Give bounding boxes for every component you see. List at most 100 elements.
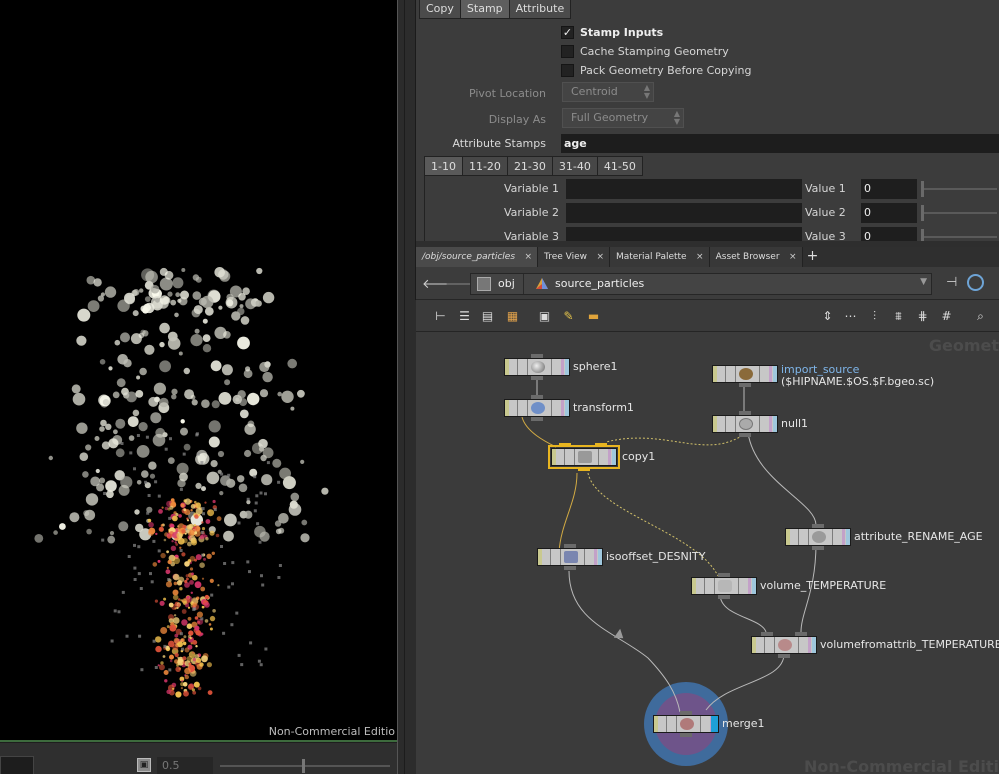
bypass-flag[interactable]: [552, 449, 556, 465]
thumbnail-view-icon[interactable]: ▤: [480, 309, 495, 323]
value-2-slider-handle[interactable]: [921, 205, 924, 221]
bypass-flag[interactable]: [713, 416, 717, 432]
timeline-value-field[interactable]: 0.5: [157, 757, 213, 774]
node-output[interactable]: [578, 467, 590, 471]
node-label[interactable]: sphere1: [573, 360, 618, 373]
template-flag[interactable]: [769, 416, 772, 432]
timeline-slider-handle[interactable]: [302, 759, 305, 773]
template-flag[interactable]: [561, 359, 564, 375]
cache-stamping-row[interactable]: Cache Stamping Geometry: [561, 43, 729, 59]
node-body[interactable]: [504, 399, 570, 417]
tab-stamp[interactable]: Stamp: [459, 0, 510, 19]
distribute-vertical-icon[interactable]: ⫶: [867, 309, 882, 323]
close-icon[interactable]: ×: [696, 247, 704, 267]
node-label[interactable]: transform1: [573, 401, 634, 414]
timeline-slider-track[interactable]: [220, 765, 390, 767]
node-body[interactable]: [653, 715, 719, 733]
bypass-flag[interactable]: [786, 529, 790, 545]
align-horizontal-icon[interactable]: ⋯: [843, 309, 858, 323]
node-body[interactable]: [712, 365, 778, 383]
variable-2-input[interactable]: [566, 203, 802, 223]
variable-3-input[interactable]: [566, 227, 802, 241]
node-body[interactable]: [548, 445, 620, 469]
tree-layout-icon[interactable]: ⊢: [433, 309, 448, 323]
tab-range-21-30[interactable]: 21-30: [506, 156, 553, 176]
frame-field[interactable]: [0, 756, 34, 774]
tab-attribute[interactable]: Attribute: [508, 0, 572, 19]
path-segment-network[interactable]: source_particles: [555, 277, 644, 290]
template-flag[interactable]: [808, 637, 811, 653]
display-flag[interactable]: [711, 716, 718, 732]
tab-network-path[interactable]: /obj/source_particles ×: [416, 247, 539, 267]
display-flag[interactable]: [773, 416, 777, 432]
display-flag[interactable]: [565, 359, 569, 375]
cache-stamping-checkbox[interactable]: [561, 44, 574, 58]
value-2-slider[interactable]: [922, 212, 997, 214]
node-output[interactable]: [739, 433, 751, 437]
color-palette-icon[interactable]: ▦: [505, 309, 520, 323]
tab-asset-browser[interactable]: Asset Browser ×: [709, 247, 803, 267]
template-flag[interactable]: [594, 549, 597, 565]
node-output[interactable]: [531, 417, 543, 421]
node-body[interactable]: [691, 577, 757, 595]
pin-icon[interactable]: ⊣: [946, 275, 957, 290]
node-label[interactable]: attribute_RENAME_AGE: [854, 530, 983, 543]
node-output[interactable]: [739, 383, 751, 387]
stamp-inputs-row[interactable]: ✓ Stamp Inputs: [561, 24, 663, 40]
attribute-stamps-input[interactable]: age: [561, 134, 999, 153]
node-output[interactable]: [680, 733, 692, 737]
display-flag[interactable]: [773, 366, 777, 382]
node-label[interactable]: copy1: [622, 450, 655, 463]
node-label[interactable]: volumefromattrib_TEMPERATURE: [820, 638, 999, 651]
display-flag[interactable]: [598, 549, 602, 565]
node-input[interactable]: [595, 443, 607, 447]
bypass-flag[interactable]: [752, 637, 756, 653]
tab-copy[interactable]: Copy: [419, 0, 461, 19]
template-flag[interactable]: [608, 449, 611, 465]
close-icon[interactable]: ×: [596, 247, 604, 267]
add-tab-button[interactable]: +: [803, 247, 823, 267]
link-target-icon[interactable]: [967, 274, 984, 291]
bypass-flag[interactable]: [654, 716, 658, 732]
value-3-input[interactable]: 0: [861, 227, 917, 241]
stamp-inputs-checkbox[interactable]: ✓: [561, 25, 574, 39]
bypass-flag[interactable]: [692, 578, 696, 594]
value-1-input[interactable]: 0: [861, 179, 917, 199]
scene-viewport[interactable]: Non-Commercial Editio: [0, 0, 397, 740]
distribute-horizontal-icon[interactable]: ⩩: [891, 309, 906, 323]
node-output[interactable]: [812, 546, 824, 550]
node-input[interactable]: [559, 443, 571, 447]
pack-geometry-row[interactable]: Pack Geometry Before Copying: [561, 62, 752, 78]
path-segment-obj[interactable]: obj: [498, 277, 515, 290]
pack-geometry-checkbox[interactable]: [561, 63, 574, 77]
variable-1-input[interactable]: [566, 179, 802, 199]
node-output[interactable]: [564, 566, 576, 570]
template-flag[interactable]: [561, 400, 564, 416]
display-flag[interactable]: [752, 578, 756, 594]
network-box-icon[interactable]: ▣: [537, 309, 552, 323]
bypass-flag[interactable]: [538, 549, 542, 565]
search-icon[interactable]: ⌕: [973, 309, 988, 323]
value-1-slider[interactable]: [922, 188, 997, 190]
value-3-slider-handle[interactable]: [921, 229, 924, 241]
list-view-icon[interactable]: ☰: [457, 309, 472, 323]
sticky-note-icon[interactable]: ✎: [561, 309, 576, 323]
chevron-down-icon[interactable]: ▼: [920, 277, 927, 287]
node-body[interactable]: [712, 415, 778, 433]
value-3-slider[interactable]: [922, 236, 997, 238]
node-body[interactable]: [785, 528, 851, 546]
template-flag[interactable]: [748, 578, 751, 594]
display-flag[interactable]: [612, 449, 616, 465]
pane-divider-left[interactable]: [397, 0, 405, 774]
display-flag[interactable]: [565, 400, 569, 416]
tab-range-41-50[interactable]: 41-50: [596, 156, 643, 176]
node-body[interactable]: [751, 636, 817, 654]
node-label[interactable]: volume_TEMPERATURE: [760, 579, 886, 592]
display-as-dropdown[interactable]: Full Geometry ▲ ▼: [562, 108, 684, 128]
display-flag[interactable]: [812, 637, 816, 653]
align-vertical-icon[interactable]: ⇕: [820, 309, 835, 323]
node-label[interactable]: isooffset_DESNITY: [606, 550, 705, 563]
node-label[interactable]: merge1: [722, 717, 765, 730]
tab-tree-view[interactable]: Tree View ×: [538, 247, 610, 267]
bypass-flag[interactable]: [505, 400, 509, 416]
